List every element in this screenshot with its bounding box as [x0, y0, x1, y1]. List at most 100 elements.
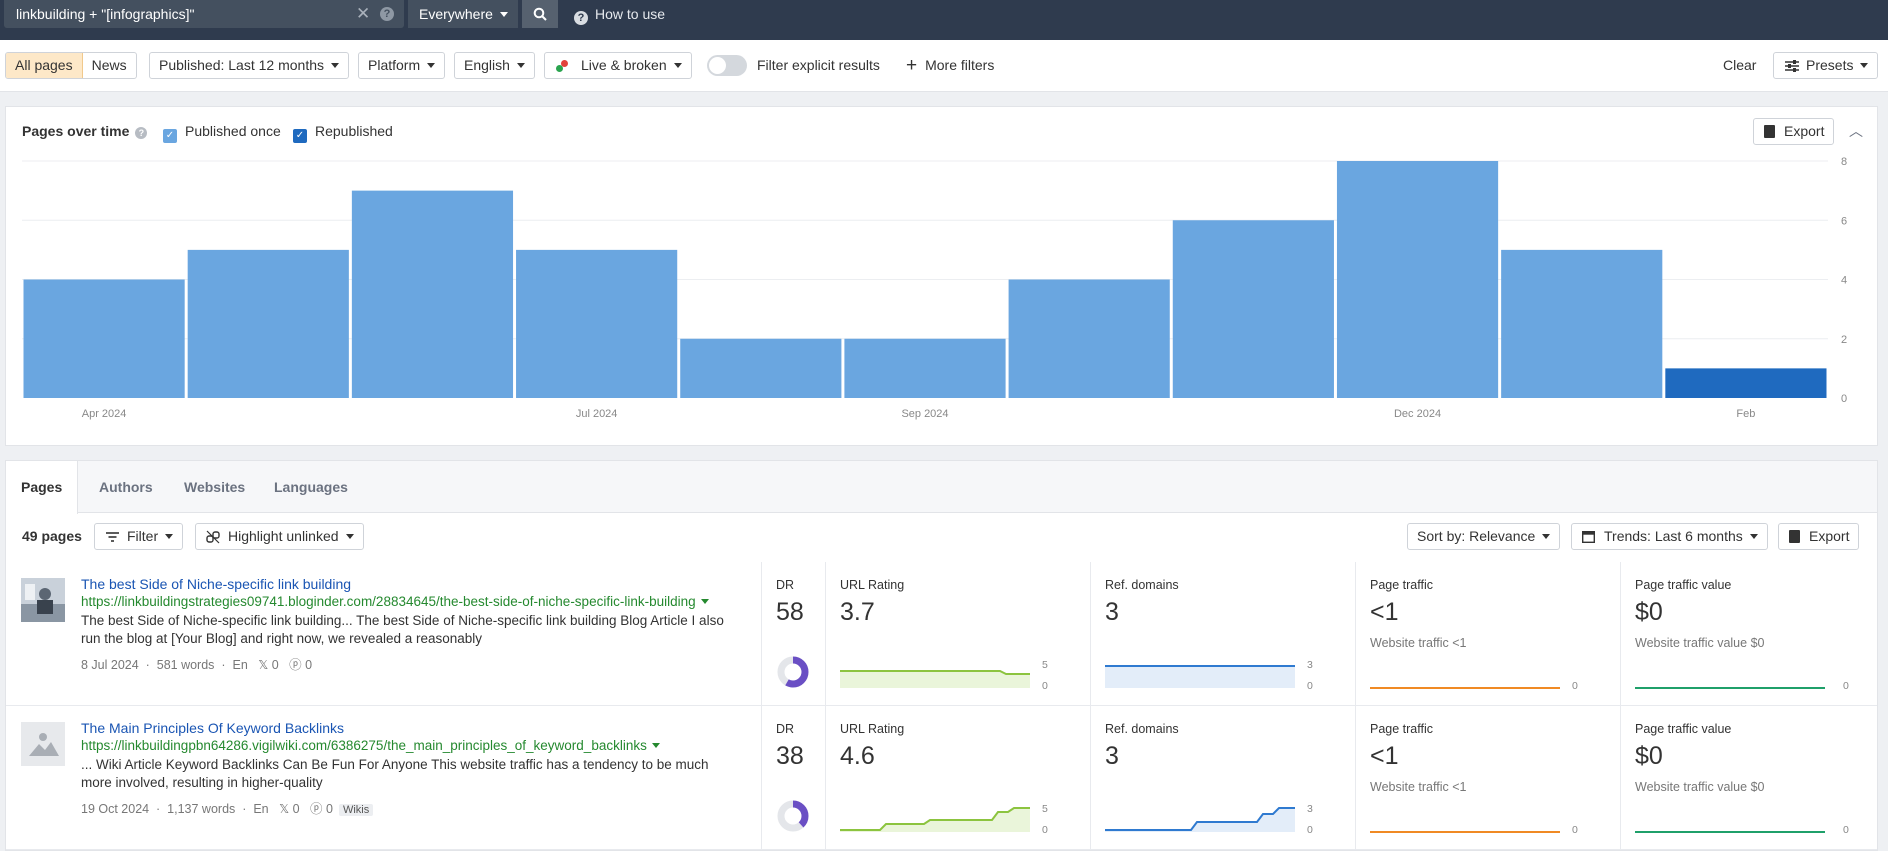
chevron-down-icon — [1542, 534, 1551, 539]
presets-button[interactable]: Presets — [1773, 52, 1879, 79]
calendar-icon — [1582, 531, 1595, 543]
chart-title: Pages over time? — [22, 123, 148, 139]
page-traffic-sparkline — [1370, 687, 1560, 689]
category-badge[interactable]: Wikis — [338, 804, 374, 816]
search-scope-dropdown[interactable]: Everywhere — [408, 0, 518, 28]
filter-bar: All pages News Published: Last 12 months… — [0, 40, 1888, 92]
page-title-link[interactable]: The best Side of Niche-specific link bui… — [81, 576, 351, 592]
tab-websites[interactable]: Websites — [169, 461, 260, 513]
page-thumbnail — [21, 722, 65, 766]
unlink-icon — [206, 530, 220, 544]
checkbox-icon: ✓ — [163, 129, 177, 143]
chevron-down-icon — [331, 63, 339, 68]
chevron-down-icon[interactable] — [700, 599, 709, 604]
dr-donut — [777, 800, 809, 832]
pinterest-icon: ⓟ — [289, 658, 302, 672]
ref-domains-value: 3 — [1105, 598, 1119, 626]
search-help-icon[interactable]: ? — [380, 7, 394, 21]
page-url-link[interactable]: https://linkbuildingpbn64286.vigilwiki.c… — [81, 738, 660, 753]
table-row: The Main Principles Of Keyword Backlinks… — [6, 706, 1877, 850]
tab-authors[interactable]: Authors — [84, 461, 168, 513]
pinterest-icon: ⓟ — [310, 802, 323, 816]
results-export-button[interactable]: Export — [1778, 523, 1860, 550]
legend-published-once[interactable]: ✓ Published once — [163, 123, 281, 143]
collapse-chevron-icon[interactable]: ︿ — [1849, 121, 1863, 141]
chevron-down-icon — [1860, 63, 1869, 68]
chart-bar — [844, 338, 1006, 398]
ref-domains-cell: Ref. domains 3 3 0 — [1090, 706, 1355, 850]
page-count: 49 pages — [22, 528, 82, 544]
platform-filter[interactable]: Platform — [358, 52, 446, 79]
all-pages-button[interactable]: All pages — [6, 53, 83, 78]
link-status-icon — [556, 60, 568, 72]
y-tick-label: 6 — [1841, 215, 1847, 227]
sort-dropdown[interactable]: Sort by: Relevance — [1407, 523, 1561, 550]
clear-filters-button[interactable]: Clear — [1723, 52, 1756, 79]
x-tick-label: Dec 2024 — [1394, 408, 1441, 420]
search-icon — [533, 7, 547, 21]
chart-bar — [1172, 220, 1334, 398]
tab-languages[interactable]: Languages — [259, 461, 363, 513]
page-meta: 8 Jul 2024 · 581 words · En 𝕏 0 ⓟ 0 — [81, 658, 313, 672]
help-icon[interactable]: ? — [135, 127, 148, 139]
clear-search-icon[interactable]: ✕ — [356, 0, 370, 28]
chart-export-button[interactable]: Export — [1753, 118, 1835, 145]
news-button[interactable]: News — [83, 53, 136, 78]
y-tick-label: 2 — [1841, 334, 1847, 346]
page-thumbnail — [21, 578, 65, 622]
chevron-down-icon — [427, 63, 436, 68]
table-row: The best Side of Niche-specific link bui… — [6, 562, 1877, 706]
live-broken-filter[interactable]: Live & broken — [544, 52, 692, 79]
dr-cell: DR 58 — [761, 562, 825, 706]
y-tick-label: 8 — [1841, 156, 1847, 168]
x-tick-label: Feb — [1736, 408, 1755, 420]
traffic-value-sparkline — [1635, 687, 1825, 689]
url-rating-sparkline — [840, 807, 1030, 832]
published-filter[interactable]: Published: Last 12 months — [149, 52, 349, 79]
dr-value: 38 — [776, 742, 804, 770]
traffic-value: $0 — [1635, 742, 1663, 770]
traffic-value-sparkline — [1635, 831, 1825, 833]
plus-icon: + — [906, 55, 918, 76]
chevron-down-icon[interactable] — [651, 743, 660, 748]
url-rating-sparkline — [840, 670, 1030, 688]
page-snippet: The best Side of Niche-specific link bui… — [81, 613, 724, 646]
page-snippet: ... Wiki Article Keyword Backlinks Can B… — [81, 757, 709, 790]
search-scope-label: Everywhere — [419, 6, 493, 22]
language-filter[interactable]: English — [454, 52, 535, 79]
chart-bar — [1008, 279, 1170, 398]
filter-icon — [106, 532, 119, 542]
search-button[interactable] — [522, 0, 558, 28]
page-traffic-sparkline — [1370, 831, 1560, 833]
page-traffic-value-cell: Page traffic value $0 Website traffic va… — [1620, 562, 1877, 706]
search-query: linkbuilding + "[infographics]" — [16, 6, 195, 22]
dr-cell: DR 38 — [761, 706, 825, 850]
chevron-down-icon — [165, 534, 174, 539]
chart-bar — [680, 338, 842, 398]
y-tick-label: 0 — [1841, 393, 1847, 405]
x-tick-label: Sep 2024 — [901, 408, 948, 420]
url-rating-cell: URL Rating 4.6 5 0 — [825, 706, 1090, 850]
page-traffic-value: <1 — [1370, 742, 1399, 770]
more-filters-button[interactable]: + More filters — [906, 52, 994, 79]
chart-bar — [23, 279, 185, 398]
chevron-down-icon — [1749, 534, 1758, 539]
ref-domains-sparkline — [1105, 665, 1295, 688]
legend-republished[interactable]: ✓ Republished — [293, 123, 393, 143]
highlight-unlinked-button[interactable]: Highlight unlinked — [195, 523, 364, 550]
page-title-link[interactable]: The Main Principles Of Keyword Backlinks — [81, 720, 344, 736]
filter-button[interactable]: Filter — [94, 523, 184, 550]
page-traffic-cell: Page traffic <1 Website traffic <1 0 — [1355, 706, 1620, 850]
trends-dropdown[interactable]: Trends: Last 6 months — [1571, 523, 1768, 550]
page-traffic-value: <1 — [1370, 598, 1399, 626]
x-tick-label: Jul 2024 — [576, 408, 618, 420]
page-url-link[interactable]: https://linkbuildingstrategies09741.blog… — [81, 594, 709, 609]
chart-bar — [1336, 161, 1499, 398]
top-bar: linkbuilding + "[infographics]" ✕ ? Ever… — [0, 0, 1888, 40]
how-to-use-link[interactable]: ? How to use — [574, 0, 665, 28]
chevron-down-icon — [516, 63, 525, 68]
explicit-results-toggle[interactable] — [707, 55, 747, 76]
search-input[interactable]: linkbuilding + "[infographics]" ✕ ? — [4, 0, 404, 28]
tab-pages[interactable]: Pages — [6, 461, 79, 514]
chart-bar — [516, 249, 678, 398]
